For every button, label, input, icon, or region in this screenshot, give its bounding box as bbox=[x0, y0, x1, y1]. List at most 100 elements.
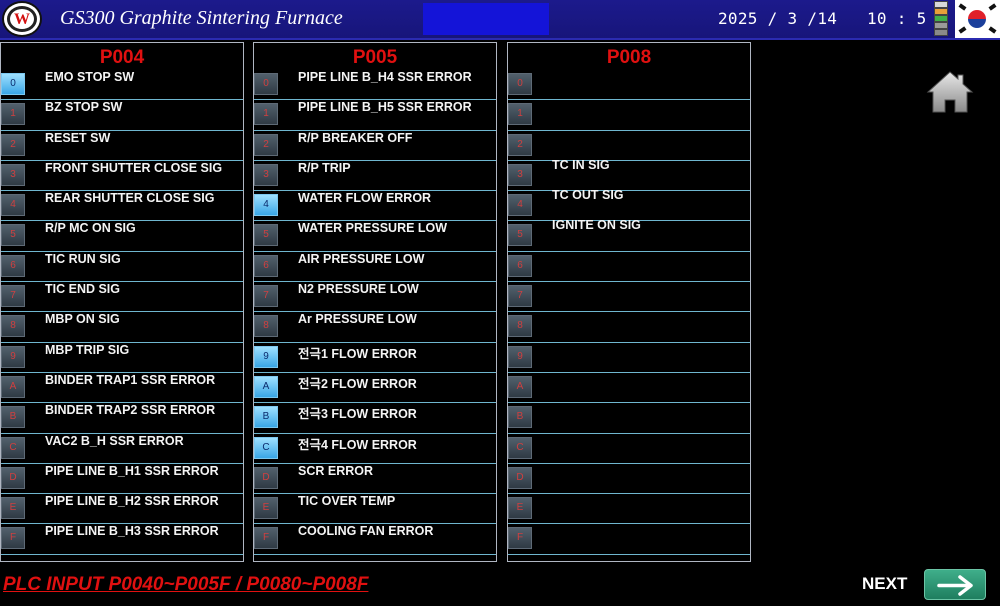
signal-row: 5 IGNITE ON SIG bbox=[508, 218, 750, 252]
signal-label: SCR ERROR bbox=[298, 463, 374, 478]
signal-row: 3 R/P TRIP bbox=[254, 161, 496, 192]
bit-indicator: 4 bbox=[254, 194, 278, 217]
bit-indicator: B bbox=[1, 406, 25, 429]
signal-label: TC IN SIG bbox=[552, 157, 610, 172]
signal-label: PIPE LINE B_H5 SSR ERROR bbox=[298, 100, 472, 115]
signal-label: EMO STOP SW bbox=[45, 70, 135, 84]
bit-indicator: 5 bbox=[508, 224, 532, 247]
signal-row: C bbox=[508, 434, 750, 464]
bit-indicator: A bbox=[254, 375, 278, 398]
signal-row: 7 N2 PRESSURE LOW bbox=[254, 282, 496, 313]
bit-indicator: 2 bbox=[254, 133, 278, 156]
bit-indicator: 9 bbox=[508, 345, 532, 368]
bit-indicator: A bbox=[1, 375, 25, 398]
bit-indicator: 5 bbox=[1, 224, 25, 247]
bit-indicator: 4 bbox=[1, 194, 25, 217]
signal-row: A bbox=[508, 373, 750, 404]
home-button[interactable] bbox=[926, 70, 974, 114]
bit-indicator: F bbox=[508, 527, 532, 550]
signal-label: TIC OVER TEMP bbox=[298, 494, 396, 509]
signal-label: MBP ON SIG bbox=[45, 312, 120, 327]
signal-label: PIPE LINE B_H3 SSR ERROR bbox=[45, 524, 219, 539]
bit-indicator: 1 bbox=[1, 103, 25, 126]
company-logo: W bbox=[2, 1, 42, 37]
signal-label: BINDER TRAP2 SSR ERROR bbox=[45, 403, 216, 418]
signal-row: C VAC2 B_H SSR ERROR bbox=[1, 434, 243, 464]
bit-indicator: E bbox=[1, 497, 25, 520]
signal-row: F PIPE LINE B_H3 SSR ERROR bbox=[1, 524, 243, 555]
signal-row: 2 RESET SW bbox=[1, 131, 243, 161]
bit-indicator: 5 bbox=[254, 224, 278, 247]
bit-indicator: 3 bbox=[254, 163, 278, 186]
signal-label: R/P MC ON SIG bbox=[45, 221, 136, 236]
bit-indicator: 4 bbox=[508, 194, 532, 217]
bit-indicator: F bbox=[254, 527, 278, 550]
signal-row: 2 R/P BREAKER OFF bbox=[254, 131, 496, 161]
signal-row: 7 TIC END SIG bbox=[1, 282, 243, 313]
signal-row: 6 bbox=[508, 252, 750, 283]
signal-label: 전극3 FLOW ERROR bbox=[298, 407, 417, 422]
bit-indicator: 3 bbox=[508, 163, 532, 186]
signal-label: BINDER TRAP1 SSR ERROR bbox=[45, 372, 216, 387]
signal-row: 1 bbox=[508, 100, 750, 131]
bit-indicator: 8 bbox=[1, 315, 25, 338]
signal-label: TIC END SIG bbox=[45, 282, 121, 297]
signal-row: 7 bbox=[508, 282, 750, 313]
app-title: GS300 Graphite Sintering Furnace bbox=[60, 7, 343, 29]
bit-indicator: 9 bbox=[1, 345, 25, 368]
signal-row: 4 TC OUT SIG bbox=[508, 188, 750, 222]
bit-indicator: 6 bbox=[254, 254, 278, 277]
signal-label: 전극1 FLOW ERROR bbox=[298, 346, 417, 361]
signal-label: Ar PRESSURE LOW bbox=[298, 312, 417, 327]
panel-title: P008 bbox=[606, 47, 652, 68]
bit-indicator: 0 bbox=[1, 73, 25, 95]
bit-indicator: 3 bbox=[1, 163, 25, 186]
signal-label: 전극2 FLOW ERROR bbox=[298, 376, 417, 391]
signal-label: BZ STOP SW bbox=[45, 100, 123, 115]
signal-row: D SCR ERROR bbox=[254, 463, 496, 495]
signal-label: MBP TRIP SIG bbox=[45, 342, 130, 357]
signal-row: 3 FRONT SHUTTER CLOSE SIG bbox=[1, 161, 243, 192]
signal-row: 2 bbox=[508, 131, 750, 161]
signal-row: E PIPE LINE B_H2 SSR ERROR bbox=[1, 494, 243, 525]
bit-indicator: 7 bbox=[1, 285, 25, 308]
bit-indicator: C bbox=[1, 436, 25, 459]
korea-flag-icon[interactable] bbox=[955, 0, 1000, 38]
signal-row: D PIPE LINE B_H1 SSR ERROR bbox=[1, 464, 243, 495]
bit-indicator: 6 bbox=[1, 254, 25, 277]
bit-indicator: D bbox=[1, 466, 25, 489]
signal-label: IGNITE ON SIG bbox=[552, 218, 641, 233]
home-icon bbox=[926, 71, 974, 113]
signal-row: 6 AIR PRESSURE LOW bbox=[254, 252, 496, 283]
bit-indicator: 0 bbox=[508, 73, 532, 95]
bit-indicator: 7 bbox=[254, 285, 278, 308]
signal-row: 0 bbox=[508, 70, 750, 101]
bit-indicator: B bbox=[254, 406, 278, 429]
signal-row: F COOLING FAN ERROR bbox=[254, 524, 496, 555]
bit-indicator: D bbox=[254, 466, 278, 489]
signal-row: C 전극4 FLOW ERROR bbox=[254, 434, 496, 464]
signal-row: 8 MBP ON SIG bbox=[1, 312, 243, 343]
signal-row: 9 MBP TRIP SIG bbox=[1, 343, 243, 373]
signal-label: RESET SW bbox=[45, 130, 111, 145]
signal-label: PIPE LINE B_H4 SSR ERROR bbox=[298, 70, 472, 84]
next-label: NEXT bbox=[862, 574, 908, 593]
next-button[interactable] bbox=[924, 569, 986, 600]
signal-row: 0 EMO STOP SW bbox=[1, 70, 243, 101]
plc-input-range-link[interactable]: PLC INPUT P0040~P005F / P0080~P008F bbox=[3, 574, 368, 596]
bit-indicator: E bbox=[508, 497, 532, 520]
bit-indicator: B bbox=[508, 406, 532, 429]
bit-indicator: C bbox=[254, 436, 278, 459]
logo-mark: W bbox=[14, 11, 30, 28]
bit-indicator: D bbox=[508, 466, 532, 489]
signal-row: 9 bbox=[508, 343, 750, 373]
bit-indicator: 6 bbox=[508, 254, 532, 277]
signal-row: 3 TC IN SIG bbox=[508, 157, 750, 192]
signal-row: 9 전극1 FLOW ERROR bbox=[254, 343, 496, 373]
bit-indicator: E bbox=[254, 497, 278, 520]
bit-indicator: A bbox=[508, 375, 532, 398]
signal-label: REAR SHUTTER CLOSE SIG bbox=[45, 191, 215, 206]
signal-row: 5 WATER PRESSURE LOW bbox=[254, 221, 496, 252]
signal-label: N2 PRESSURE LOW bbox=[298, 282, 419, 297]
bit-indicator: 7 bbox=[508, 285, 532, 308]
